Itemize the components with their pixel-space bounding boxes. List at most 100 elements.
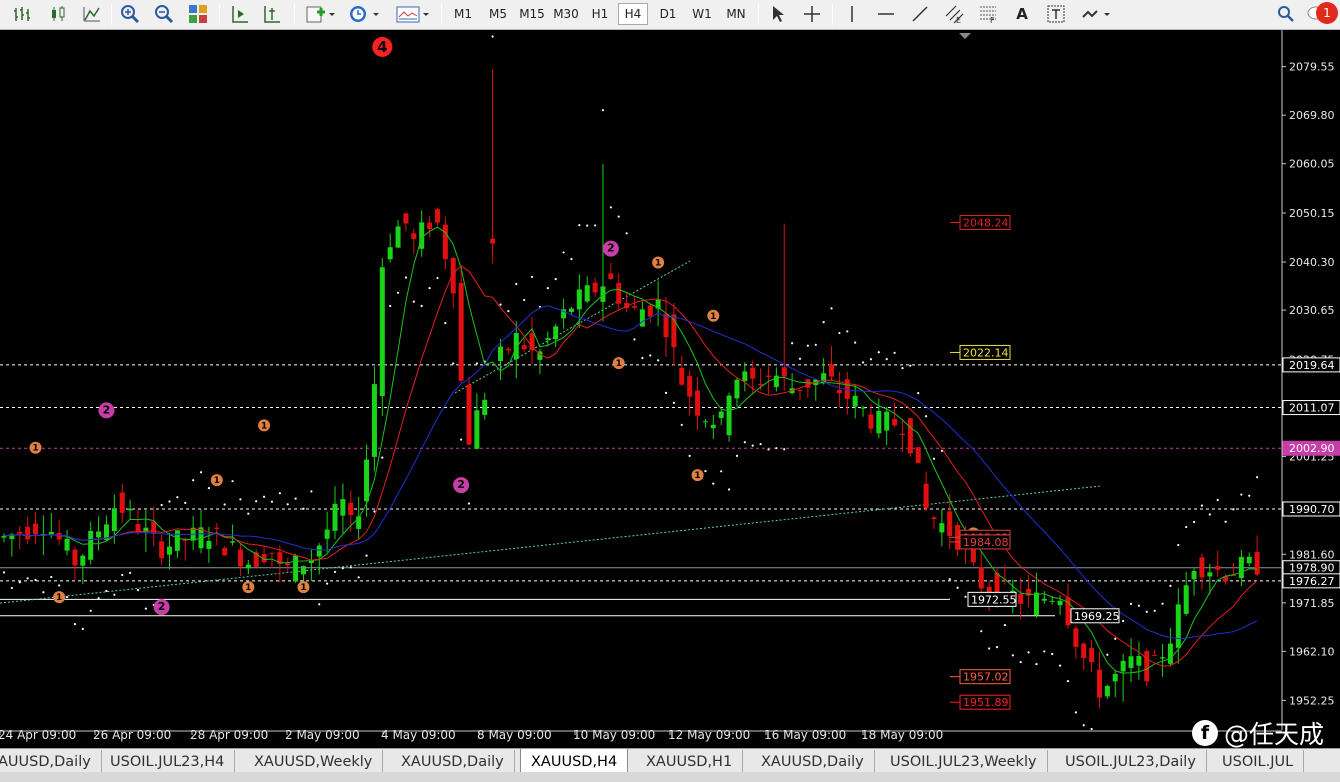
wave-marker-label: 1 [300, 583, 306, 593]
chart-tab[interactable]: AUUSD,Daily [0, 750, 102, 774]
templates-icon[interactable] [394, 3, 432, 25]
sar-dot [625, 232, 628, 235]
vertical-line-icon[interactable] [840, 3, 864, 25]
sar-dot [917, 392, 920, 395]
chart-tab[interactable]: XAUUSD,Daily [751, 750, 875, 774]
level-label: 2048.24 [963, 216, 1009, 229]
chart-tab[interactable]: USOIL.JUL [1212, 750, 1305, 774]
chart-shift-icon[interactable] [260, 3, 284, 25]
sar-dot [964, 595, 967, 598]
sar-dot [381, 456, 384, 459]
tile-windows-icon[interactable] [186, 3, 210, 25]
price-tick-label: 1981.60 [1289, 548, 1335, 561]
tf-w1[interactable]: W1 [686, 3, 718, 25]
candle-body [679, 367, 685, 385]
sar-dot [1232, 508, 1235, 511]
candle-body [379, 267, 385, 397]
chart-tab[interactable]: XAUUSD,H1 [636, 750, 744, 774]
candle-body [1018, 593, 1024, 604]
cursor-icon[interactable] [766, 3, 790, 25]
sar-dot [893, 351, 896, 354]
sar-dot [1256, 476, 1259, 479]
text-icon[interactable]: A [1010, 3, 1034, 25]
fibonacci-icon[interactable]: F [976, 3, 1000, 25]
chart-tab[interactable]: USOIL.JUL23,Daily [1055, 750, 1207, 774]
wave-marker-label: 2 [607, 242, 615, 255]
bar-chart-icon[interactable] [10, 3, 34, 25]
candle-body [316, 545, 322, 557]
candle-body [545, 338, 551, 340]
watermark-text: @任天成 [1223, 720, 1324, 749]
candle-body [1096, 669, 1102, 698]
indicators-icon[interactable] [302, 3, 338, 25]
chart-tab[interactable]: USOIL.JUL23,Weekly [880, 750, 1048, 774]
tf-m1[interactable]: M1 [447, 3, 479, 25]
sar-dot [113, 593, 116, 596]
sar-dot [396, 291, 400, 294]
sar-dot [50, 575, 53, 579]
candlestick-icon[interactable] [46, 3, 70, 25]
price-chart[interactable]: 4222211111111111 2048.242022.141985.0219… [0, 30, 1340, 748]
sar-dot [18, 581, 21, 584]
candle-body [348, 502, 354, 515]
sar-dot [767, 448, 770, 451]
search-icon[interactable] [1274, 3, 1298, 25]
sar-dot [136, 589, 140, 592]
crosshair-icon[interactable] [800, 3, 824, 25]
candle-body [33, 523, 39, 535]
zoom-out-icon[interactable] [152, 3, 176, 25]
tf-m30[interactable]: M30 [550, 3, 582, 25]
candle-body [324, 529, 330, 539]
axis-price-label: 1990.70 [1289, 503, 1335, 516]
sar-dot [601, 109, 605, 112]
sar-dot [326, 582, 329, 585]
horizontal-line-icon[interactable] [874, 3, 898, 25]
periods-icon[interactable] [346, 3, 382, 25]
candle-body [1081, 643, 1087, 658]
sar-dot [2, 571, 6, 574]
tf-h4[interactable]: H4 [618, 3, 648, 25]
candle-body [529, 332, 535, 351]
auto-scroll-icon[interactable] [228, 3, 252, 25]
candle-body [151, 521, 157, 534]
line-chart-icon[interactable] [80, 3, 104, 25]
toolbar: M1 M5 M15 M30 H1 H4 D1 W1 MN E F A 1 [0, 0, 1340, 30]
arrows-icon[interactable] [1078, 3, 1116, 25]
tf-mn[interactable]: MN [720, 3, 752, 25]
sar-dot [168, 500, 171, 503]
candle-body [521, 345, 527, 350]
candle-body [1041, 598, 1047, 601]
candle-body [245, 564, 251, 569]
candle-body [876, 410, 882, 434]
price-tick-label: 1962.10 [1289, 645, 1335, 658]
tf-d1[interactable]: D1 [652, 3, 684, 25]
candle-body [1160, 657, 1166, 659]
price-tick-label: 1971.85 [1289, 597, 1335, 610]
candle-body [206, 541, 212, 549]
chart-tab[interactable]: XAUUSD,Weekly [244, 750, 384, 774]
sar-dot [373, 510, 376, 513]
chart-tab[interactable]: XAUUSD,Daily [391, 750, 515, 774]
sar-dot [404, 276, 408, 279]
sar-dot [1114, 637, 1117, 640]
notification-badge[interactable]: 1 [1316, 2, 1338, 24]
sar-dot [523, 298, 526, 302]
tf-h1[interactable]: H1 [584, 3, 616, 25]
sar-dot [901, 367, 904, 370]
candle-body [72, 549, 78, 566]
tab-scroll-strip [0, 772, 1340, 782]
tf-m15[interactable]: M15 [516, 3, 548, 25]
chart-tab[interactable]: USOIL.JUL23,H4 [100, 750, 236, 774]
candle-body [269, 552, 275, 554]
zoom-in-icon[interactable] [118, 3, 142, 25]
sar-dot [286, 503, 289, 506]
channel-icon[interactable]: E [942, 3, 966, 25]
tf-m5[interactable]: M5 [482, 3, 514, 25]
trendline-icon[interactable] [908, 3, 932, 25]
candle-body [947, 511, 953, 537]
sar-dot [365, 554, 368, 557]
candle-body [505, 348, 511, 351]
text-label-icon[interactable] [1044, 3, 1068, 25]
price-tick-label: 2030.65 [1289, 304, 1335, 317]
wave-markers: 4222211111111111 [29, 36, 980, 616]
